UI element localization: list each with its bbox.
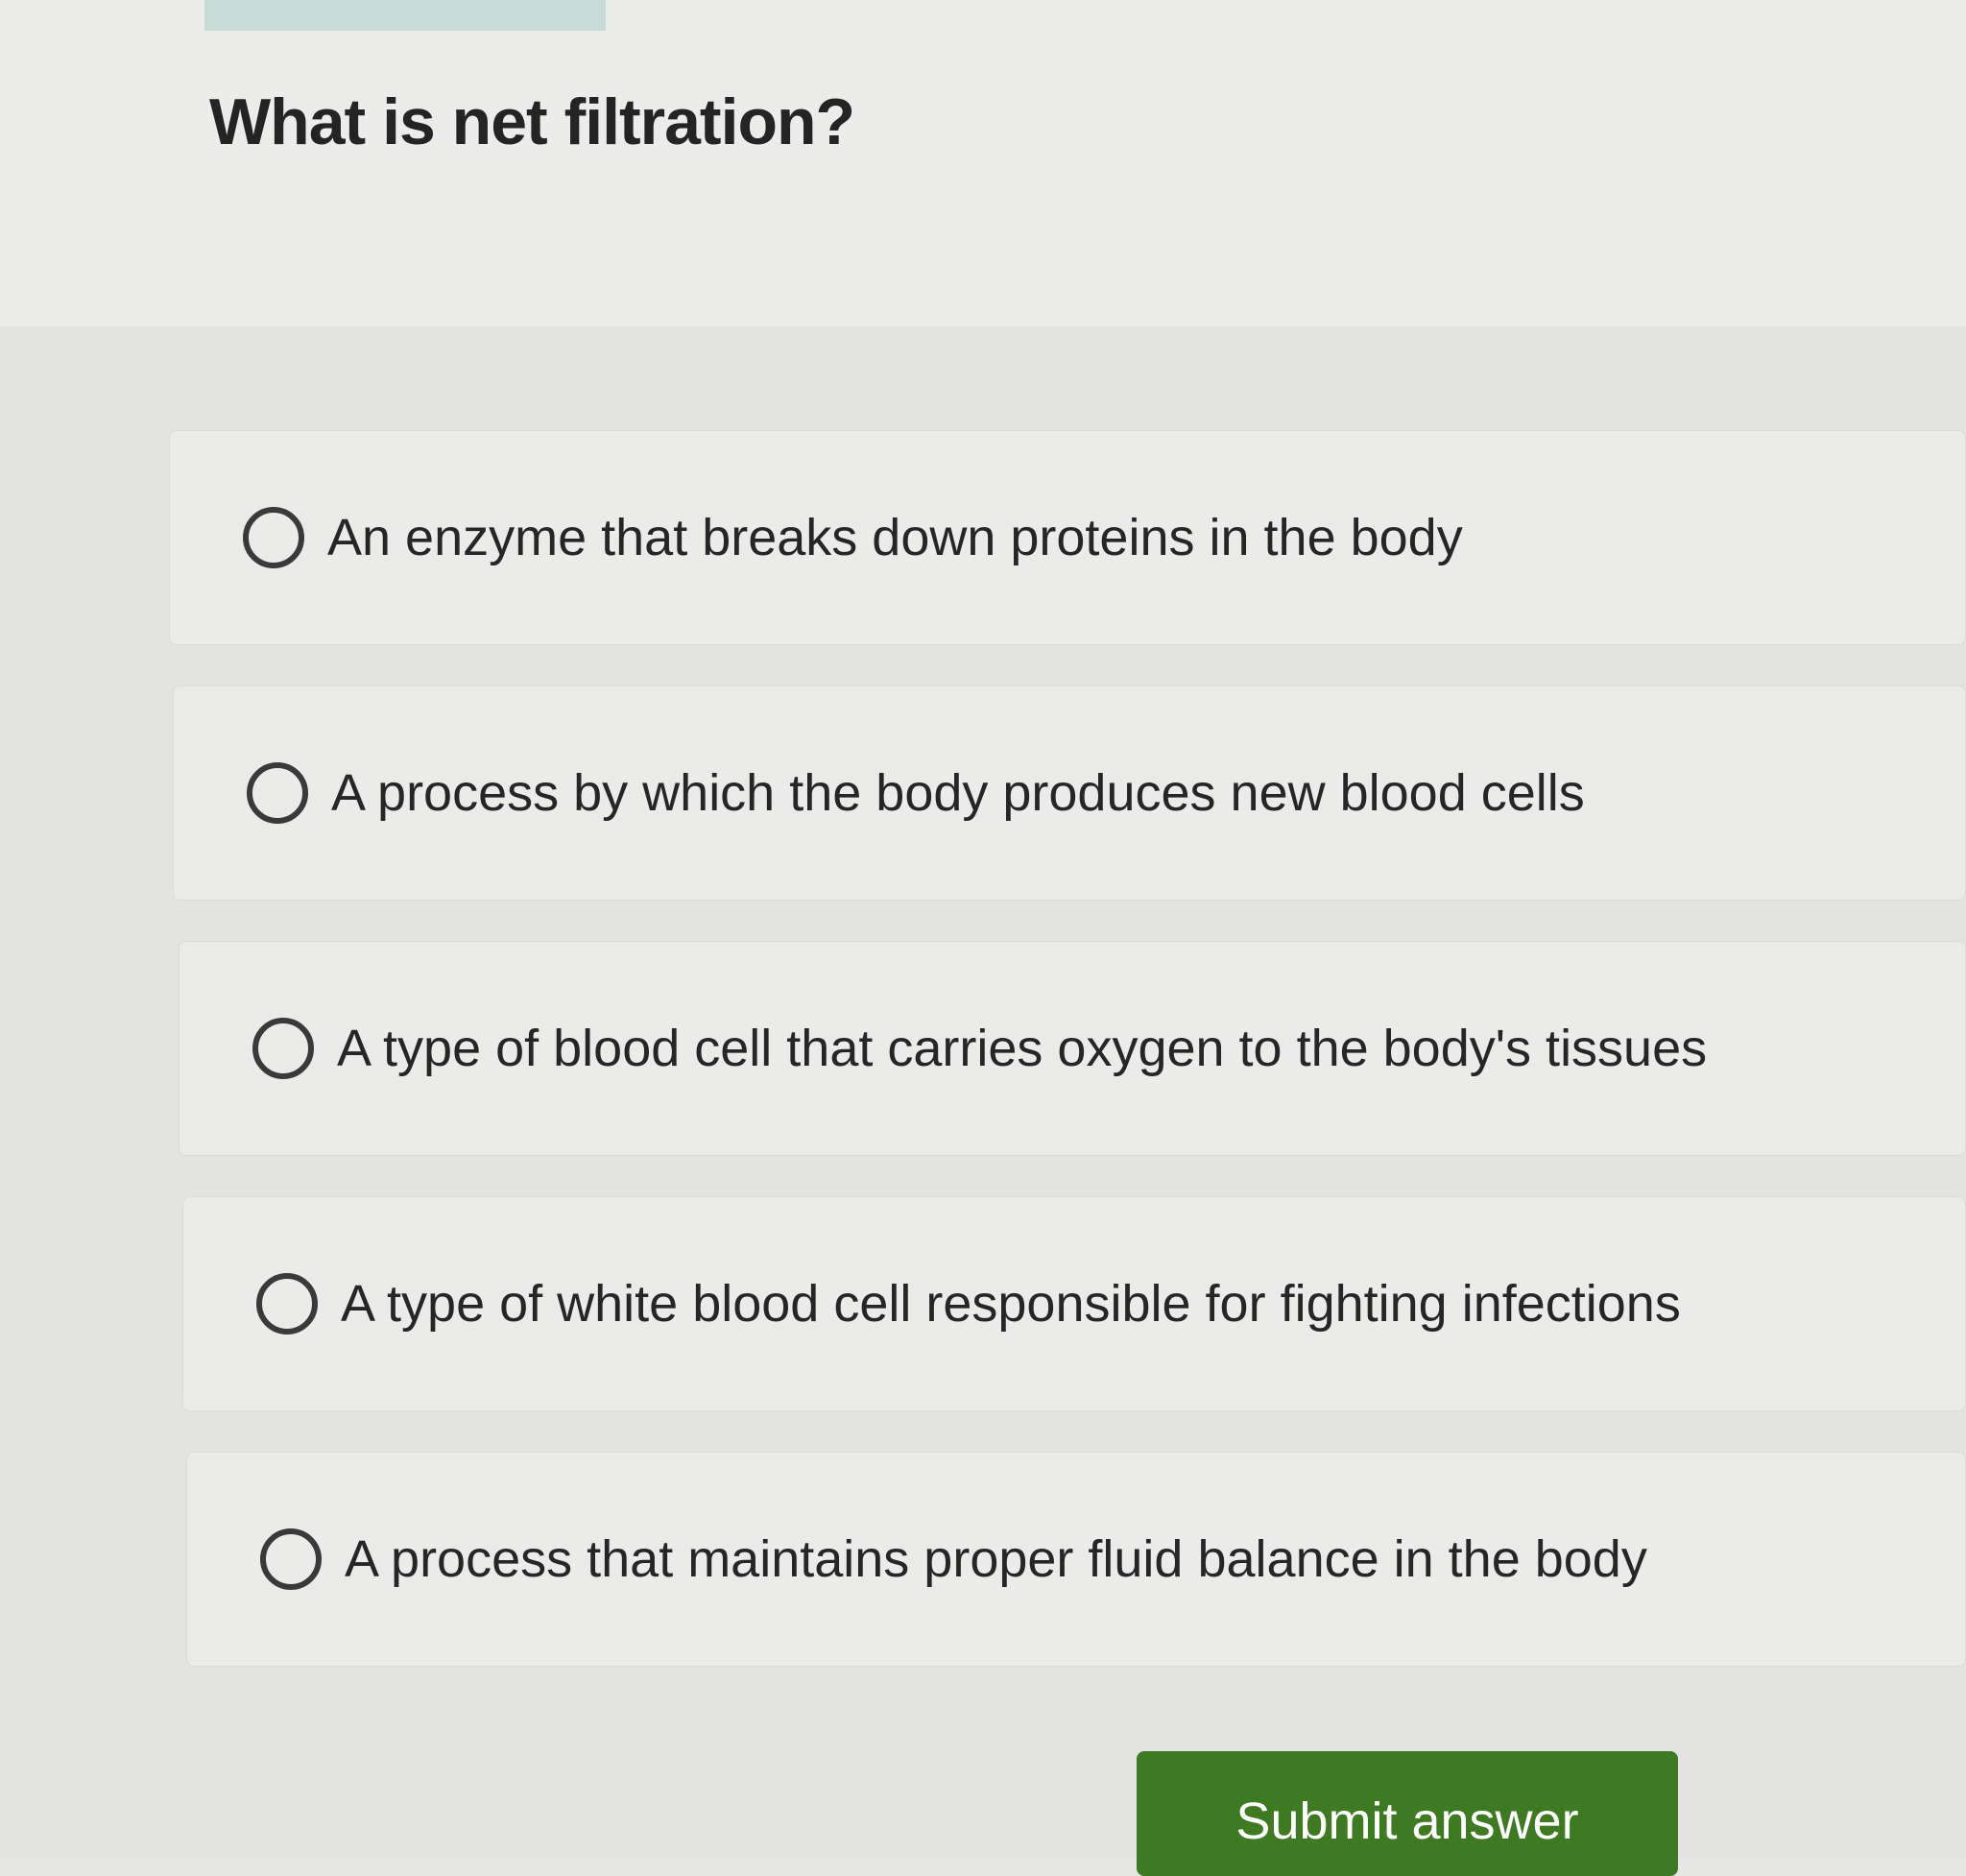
radio-button-icon[interactable] <box>260 1528 322 1590</box>
submit-answer-button[interactable]: Submit answer <box>1137 1751 1678 1876</box>
answer-options-list: An enzyme that breaks down proteins in t… <box>0 326 1966 1859</box>
answer-option[interactable]: An enzyme that breaks down proteins in t… <box>169 430 1966 645</box>
answer-option[interactable]: A process that maintains proper fluid ba… <box>186 1452 1966 1667</box>
answer-option-label: A process that maintains proper fluid ba… <box>345 1530 1647 1588</box>
radio-button-icon[interactable] <box>252 1018 314 1079</box>
radio-button-icon[interactable] <box>247 762 308 824</box>
answer-option[interactable]: A process by which the body produces new… <box>173 685 1966 901</box>
answer-option[interactable]: A type of white blood cell responsible f… <box>182 1196 1966 1411</box>
answer-option-label: A type of white blood cell responsible f… <box>341 1275 1681 1333</box>
answer-option-label: A type of blood cell that carries oxygen… <box>337 1020 1708 1077</box>
answer-option[interactable]: A type of blood cell that carries oxygen… <box>179 941 1966 1156</box>
radio-button-icon[interactable] <box>243 507 304 568</box>
question-title: What is net filtration? <box>209 85 855 158</box>
radio-button-icon[interactable] <box>256 1273 318 1335</box>
progress-tab <box>204 0 606 31</box>
answer-options-area: An enzyme that breaks down proteins in t… <box>0 326 1966 1859</box>
question-header: What is net filtration? <box>0 0 1966 336</box>
answer-option-label: A process by which the body produces new… <box>331 764 1585 822</box>
answer-option-label: An enzyme that breaks down proteins in t… <box>327 509 1463 566</box>
